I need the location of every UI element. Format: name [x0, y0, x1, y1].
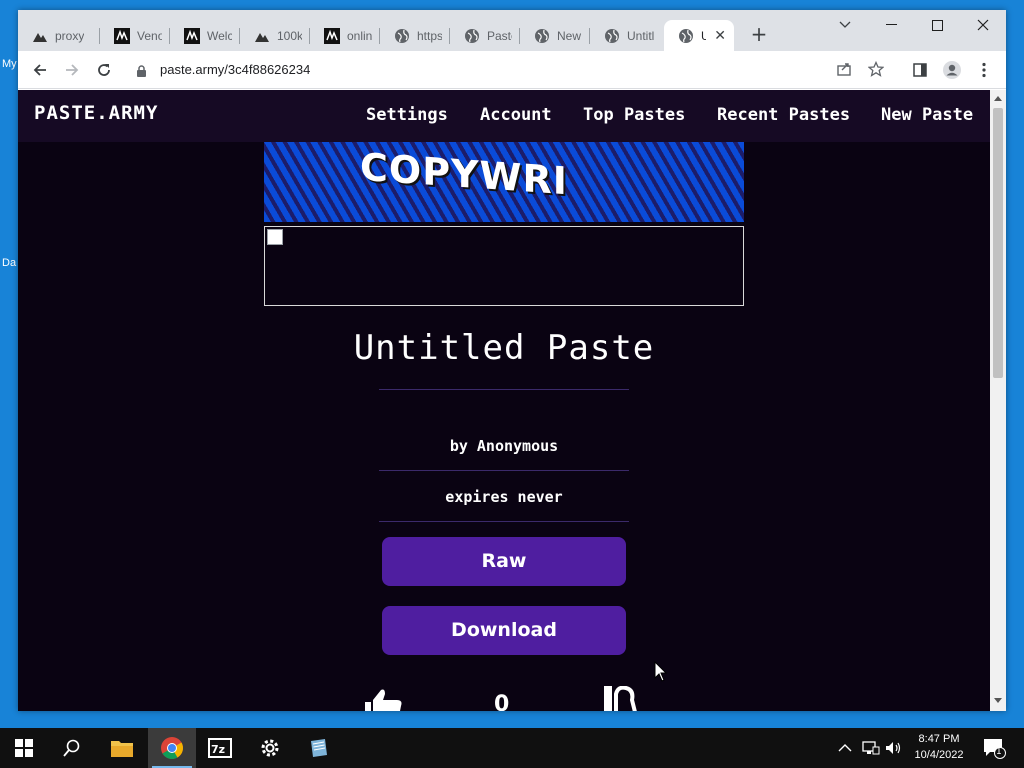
thumbs-down-icon[interactable]	[602, 685, 648, 711]
page-viewport: PASTE.ARMY Settings Account Top Pastes R…	[18, 90, 1006, 711]
notepad-icon[interactable]	[294, 728, 342, 768]
tab-label: Ur	[701, 28, 707, 43]
raw-button[interactable]: Raw	[382, 537, 626, 586]
system-clock[interactable]: 8:47 PM 10/4/2022	[900, 731, 978, 763]
forward-button[interactable]	[61, 59, 83, 81]
tab-welcome[interactable]: Welco	[170, 20, 240, 51]
maximize-button[interactable]	[914, 10, 960, 40]
tab-venom[interactable]: Venoi	[100, 20, 170, 51]
venom-icon	[114, 27, 130, 44]
tab-new-tab[interactable]: New T	[520, 20, 590, 51]
url-text: paste.army/3c4f88626234	[160, 62, 311, 77]
network-icon[interactable]	[862, 728, 880, 768]
tab-search-icon[interactable]	[822, 10, 868, 40]
tab-paste[interactable]: Paste	[450, 20, 520, 51]
tab-label: Untitl	[627, 28, 655, 43]
divider	[379, 470, 629, 471]
tab-active[interactable]: Ur ✕	[664, 20, 734, 51]
tab-label: onlinc	[347, 28, 372, 43]
share-icon[interactable]	[836, 61, 852, 81]
7zip-icon[interactable]: 7z	[196, 728, 244, 768]
site-navbar: PASTE.ARMY Settings Account Top Pastes R…	[18, 90, 990, 142]
lock-icon[interactable]	[136, 63, 147, 82]
tab-online[interactable]: onlinc	[310, 20, 380, 51]
vote-count: 0	[494, 692, 510, 711]
broken-image-icon	[267, 229, 283, 245]
desktop: My Da proxy Venoi Welco 100k onlinc	[0, 0, 1024, 728]
download-button[interactable]: Download	[382, 606, 626, 655]
page-title: Untitled Paste	[353, 328, 655, 368]
ad-banner[interactable]: COPYWRI	[264, 142, 744, 222]
venom-icon	[184, 27, 200, 44]
bookmark-star-icon[interactable]	[867, 60, 885, 81]
globe-icon	[678, 28, 694, 44]
chrome-icon[interactable]	[148, 728, 196, 768]
nav-recent-pastes[interactable]: Recent Pastes	[717, 105, 850, 125]
tab-label: 100k	[277, 28, 302, 43]
close-window-button[interactable]	[960, 10, 1006, 40]
tab-https[interactable]: https:	[380, 20, 450, 51]
back-button[interactable]	[29, 59, 51, 81]
thumbs-up-icon[interactable]	[361, 686, 407, 711]
minimize-button[interactable]	[868, 10, 914, 40]
venom-icon	[324, 27, 340, 44]
globe-icon	[534, 28, 550, 44]
svg-text:7z: 7z	[211, 743, 225, 756]
tab-strip: proxy Venoi Welco 100k onlinc https:	[18, 10, 1006, 51]
globe-icon	[464, 28, 480, 44]
taskbar: 7z 8:47 PM 10/4/2022 1	[0, 728, 1024, 768]
tab-label: Welco	[207, 28, 232, 43]
menu-kebab-icon[interactable]	[973, 59, 995, 81]
file-explorer-icon[interactable]	[98, 728, 146, 768]
scroll-down-arrow-icon[interactable]	[994, 698, 1002, 703]
broken-image	[264, 226, 744, 306]
tab-label: proxy	[55, 28, 85, 43]
notification-count: 1	[996, 747, 1002, 757]
scroll-up-arrow-icon[interactable]	[994, 96, 1002, 101]
paste-expiry: expires never	[445, 488, 563, 506]
tab-untitled[interactable]: Untitl	[590, 20, 664, 51]
tab-label: Venoi	[137, 28, 162, 43]
nav-new-paste[interactable]: New Paste	[881, 105, 973, 125]
nav-top-pastes[interactable]: Top Pastes	[583, 105, 685, 125]
start-icon[interactable]	[0, 728, 48, 768]
page-scrollbar[interactable]	[990, 90, 1006, 711]
desktop-icon-label[interactable]: Da	[2, 257, 16, 269]
divider	[379, 521, 629, 522]
nav-account[interactable]: Account	[480, 105, 552, 125]
banner-text: COPYWRI	[360, 144, 568, 204]
notification-center-icon[interactable]: 1	[982, 728, 1006, 768]
site-logo[interactable]: PASTE.ARMY	[34, 102, 158, 124]
mouse-cursor-icon	[654, 660, 668, 687]
tab-100k[interactable]: 100k	[240, 20, 310, 51]
tab-label: https:	[417, 28, 442, 43]
paste-author: by Anonymous	[449, 437, 559, 455]
clock-time: 8:47 PM	[918, 733, 960, 745]
browser-toolbar: paste.army/3c4f88626234	[18, 51, 1006, 89]
tab-label: New T	[557, 28, 582, 43]
globe-icon	[604, 28, 620, 44]
new-tab-button[interactable]: +	[749, 24, 769, 44]
globe-icon	[394, 28, 410, 44]
address-bar[interactable]: paste.army/3c4f88626234	[126, 56, 976, 84]
nav-settings[interactable]: Settings	[366, 105, 448, 125]
profile-avatar[interactable]	[941, 59, 963, 81]
mountain-icon	[254, 28, 270, 44]
search-icon[interactable]	[48, 728, 96, 768]
close-tab-icon[interactable]: ✕	[714, 27, 726, 44]
browser-window: proxy Venoi Welco 100k onlinc https:	[18, 10, 1006, 711]
tab-proxy[interactable]: proxy	[18, 20, 100, 51]
reload-button[interactable]	[93, 59, 115, 81]
tab-label: Paste	[487, 28, 512, 43]
settings-icon[interactable]	[246, 728, 294, 768]
clock-date: 10/4/2022	[914, 749, 964, 761]
mountain-icon	[32, 28, 48, 44]
side-panel-icon[interactable]	[909, 59, 931, 81]
divider	[379, 389, 629, 390]
desktop-icon-label[interactable]: My	[2, 58, 17, 70]
tray-expand-icon[interactable]	[838, 728, 852, 768]
scrollbar-thumb[interactable]	[993, 108, 1003, 378]
